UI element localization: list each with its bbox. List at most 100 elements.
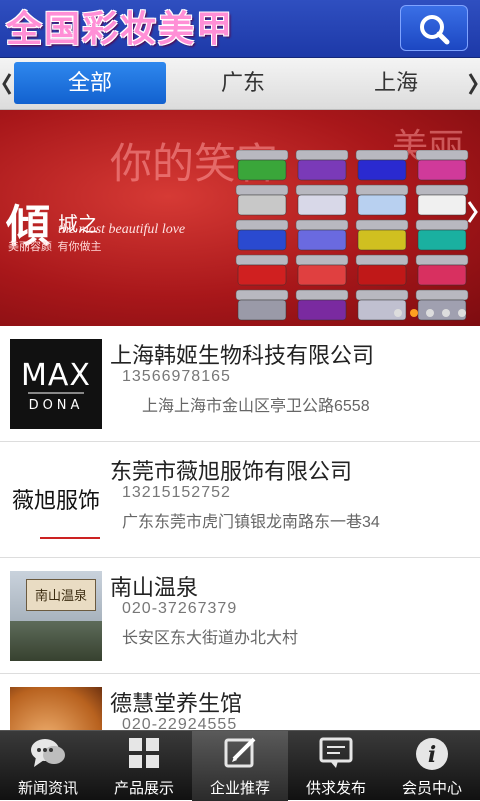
jar-lid [235,289,289,301]
glitter-jar [417,194,467,216]
company-name: 上海韩姬生物科技有限公司 [110,343,375,368]
nav-label: 供求发布 [305,780,366,797]
nav-products[interactable]: 产品展示 [96,731,192,801]
grid-icon [129,738,159,768]
jar-lid [295,150,349,161]
search-icon [420,15,450,45]
pagination-dots [394,309,466,317]
nav-recommend[interactable]: 企业推荐 [192,731,288,801]
tab-shanghai[interactable]: 上海 [320,62,472,104]
glitter-jar [237,159,287,181]
scroll-left-arrow[interactable] [0,58,14,110]
company-logo: 薇旭服饰 [10,455,102,545]
list-item[interactable]: MAX DONA 上海韩姬生物科技有限公司 13566978165 上海上海市金… [0,326,480,442]
list-item[interactable]: 德慧堂养生馆 020-22924555 [0,674,480,730]
chat-bubble-icon [31,739,65,767]
glitter-jar [237,229,287,251]
promo-banner[interactable]: 你的笑容 美丽 傾 城之 the most beautiful love 美丽容… [0,110,480,326]
app-title: 全国彩妆美甲 [6,8,235,50]
tab-all[interactable]: 全部 [14,62,166,104]
nav-label: 新闻资讯 [17,780,78,797]
glitter-jar [357,159,407,181]
jar-lid [235,254,289,266]
glitter-jar [237,299,287,321]
nav-supply-demand[interactable]: 供求发布 [288,731,384,801]
glitter-jar [417,264,467,286]
banner-next-arrow[interactable] [466,192,480,232]
nav-label: 会员中心 [401,780,462,797]
scroll-right-arrow[interactable] [466,58,480,110]
pagination-dot [458,309,466,317]
jar-lid [235,150,289,161]
company-address: 上海上海市金山区亭卫公路6558 [142,398,370,415]
jar-lid [415,254,469,266]
company-name: 南山温泉 [110,575,199,600]
chevron-right-icon [467,201,478,223]
logo-underline [40,537,100,539]
edit-icon [224,737,256,768]
glitter-jar [297,159,347,181]
glitter-jar [297,299,347,321]
glitter-jar [357,194,407,216]
region-tabs: 全部 广东 上海 [0,58,480,110]
pagination-dot [394,309,402,317]
company-phone: 020-22924555 [122,716,238,730]
nav-label: 企业推荐 [209,780,270,797]
max-dona-logo: MAX DONA [10,339,102,429]
info-icon: i [416,738,448,770]
nav-member-center[interactable]: i 会员中心 [384,731,480,801]
jar-lid [295,219,349,231]
nav-news[interactable]: 新闻资讯 [0,731,96,801]
photo-sign-text: 南山温泉 [34,589,87,604]
jar-lid [295,184,349,196]
list-item[interactable]: 薇旭服饰 东莞市薇旭服饰有限公司 13215152752 广东东莞市虎门镇银龙南… [0,442,480,558]
chevron-left-icon [2,73,12,95]
jar-lid [415,289,469,301]
message-icon [319,737,353,768]
bottom-navigation: 新闻资讯 产品展示 企业推荐 供求发布 i 会员中心 [0,730,480,801]
jar-lid [415,219,469,231]
glitter-jar [357,264,407,286]
company-logo: MAX DONA [10,339,102,429]
nail-glitter-jars-illustration [235,150,469,321]
jar-lid [235,184,289,196]
pagination-dot [426,309,434,317]
jar-lid [295,254,349,266]
nav-label: 产品展示 [113,780,174,797]
jar-lid [355,219,409,231]
company-list: MAX DONA 上海韩姬生物科技有限公司 13566978165 上海上海市金… [0,326,480,730]
glitter-jar [237,194,287,216]
company-name: 德慧堂养生馆 [110,691,243,716]
company-address: 长安区东大街道办北大村 [122,630,299,647]
company-phone: 020-37267379 [122,600,238,617]
jar-lid [355,289,409,301]
banner-tagline: the most beautiful love [58,222,186,237]
pagination-dot [442,309,450,317]
glitter-jar [417,229,467,251]
jar-lid [355,254,409,266]
jar-lid [415,184,469,196]
glitter-jar [297,229,347,251]
company-photo [10,687,102,730]
jar-lid [355,150,409,161]
company-name: 东莞市薇旭服饰有限公司 [110,459,353,484]
jar-lid [355,184,409,196]
jar-lid [295,289,349,301]
banner-page-dots [392,304,476,323]
glitter-jar [297,194,347,216]
glitter-jar [237,264,287,286]
jar-lid [235,219,289,231]
glitter-jar [357,229,407,251]
company-phone: 13566978165 [122,368,231,385]
tab-guangdong[interactable]: 广东 [166,62,320,104]
search-button[interactable] [400,5,468,51]
svg-text:MAX: MAX [21,358,91,393]
pagination-dot [410,309,418,317]
company-phone: 13215152752 [122,484,231,501]
chevron-right-icon [468,73,478,95]
svg-text:DONA: DONA [29,398,84,413]
company-address: 广东东莞市虎门镇银龙南路东一巷34 [122,514,380,531]
app-header: 全国彩妆美甲 [0,0,480,58]
glitter-jar [297,264,347,286]
list-item[interactable]: 南山温泉 南山温泉 020-37267379 长安区东大街道办北大村 [0,558,480,674]
